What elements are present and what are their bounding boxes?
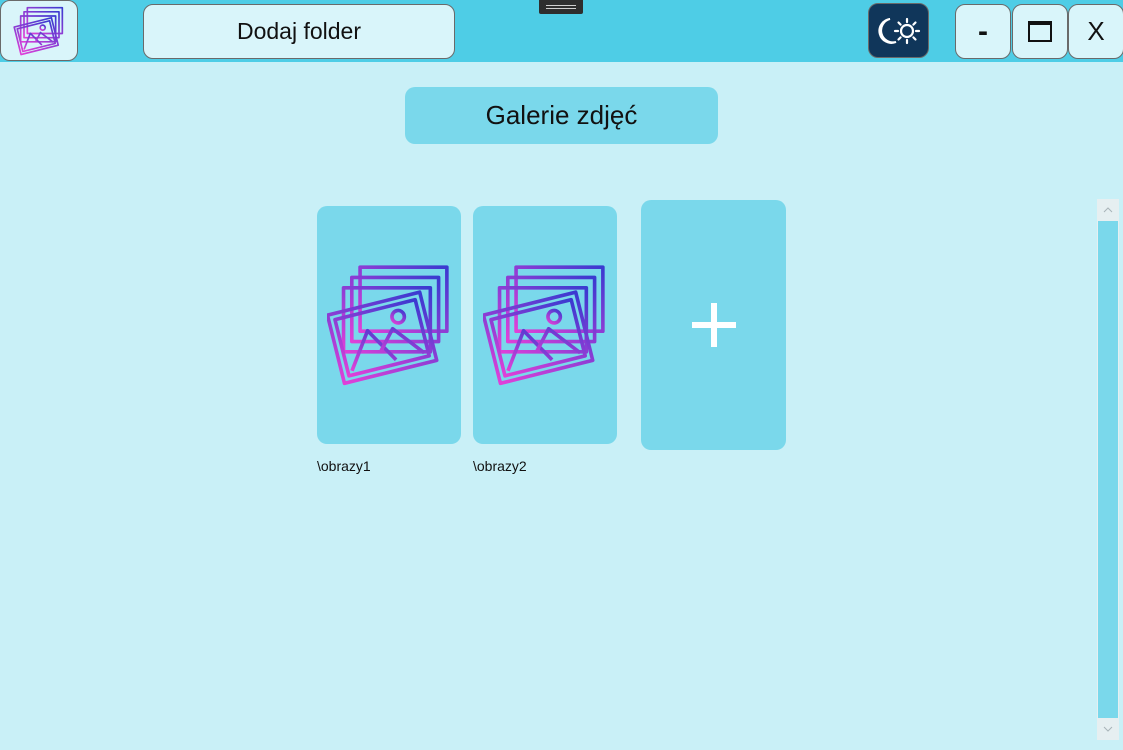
gallery-icon [483,265,605,386]
add-folder-button[interactable]: Dodaj folder [143,4,455,59]
title-bar: Dodaj folder - X [0,0,1123,62]
maximize-button[interactable] [1012,4,1068,59]
add-gallery-button[interactable] [641,200,786,450]
folder-label-obrazy2: \obrazy2 [473,458,527,474]
folder-card-obrazy1[interactable] [317,206,461,444]
theme-toggle-button[interactable] [868,3,929,58]
plus-icon [691,303,736,347]
scroll-thumb[interactable] [1098,221,1118,718]
vertical-scrollbar[interactable] [1097,199,1119,740]
page-title: Galerie zdjęć [405,87,718,144]
gallery-icon [13,6,64,55]
folder-card-obrazy2[interactable] [473,206,617,444]
close-button[interactable]: X [1068,4,1123,59]
scroll-up-arrow[interactable] [1097,199,1119,221]
maximize-icon [1028,21,1052,42]
scroll-down-arrow[interactable] [1097,718,1119,740]
folder-label-obrazy1: \obrazy1 [317,458,371,474]
chevron-up-icon [1103,207,1113,213]
app-menu-button[interactable] [0,0,78,61]
gallery-icon [327,265,449,386]
minimize-button[interactable]: - [955,4,1011,59]
window-drag-handle[interactable] [539,0,583,14]
moon-sun-icon [877,17,920,44]
chevron-down-icon [1103,726,1113,732]
